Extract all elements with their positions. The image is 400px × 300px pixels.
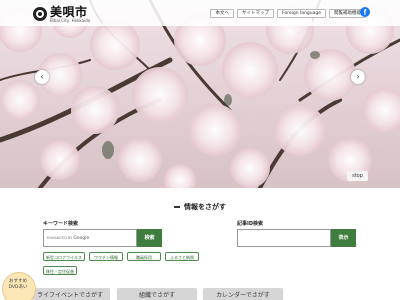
title-dash — [174, 206, 180, 208]
recommend-line2: DVDあい — [8, 285, 28, 290]
chip-covid[interactable]: 新型コロナウイルス — [43, 252, 85, 261]
tile-life-events[interactable]: ライフイベントでさがす — [30, 288, 110, 300]
tile-organization[interactable]: 組織でさがす — [117, 288, 197, 300]
slider-prev-button[interactable]: ‹ — [35, 70, 49, 84]
facebook-icon[interactable]: f — [360, 7, 370, 17]
nav-foreign-language[interactable]: Foreign language — [276, 9, 326, 18]
page: 美唄市 Bibai City, Hokkaido 本文へ サイトマップ Fore… — [0, 0, 400, 300]
section-title: 情報をさがす — [0, 202, 400, 212]
nav-skip-to-content[interactable]: 本文へ — [210, 9, 234, 18]
city-seal-icon — [33, 7, 47, 21]
nav-sitemap[interactable]: サイトマップ — [236, 9, 274, 18]
site-subtitle: Bibai City, Hokkaido — [50, 17, 91, 23]
article-id-input[interactable] — [237, 229, 331, 247]
google-branding: ENHANCED BY Google — [47, 236, 89, 241]
chip-migration[interactable]: 移住・定住促進 — [43, 266, 77, 275]
article-id-button[interactable]: 表示 — [331, 229, 356, 247]
chevron-left-icon: ‹ — [40, 72, 44, 81]
recommend-text: おすすめ DVDあい — [2, 279, 34, 291]
chip-vaccine[interactable]: ワクチン情報 — [89, 252, 123, 261]
logo-text: 美唄市 Bibai City, Hokkaido — [50, 6, 90, 23]
hero-photo — [0, 0, 400, 188]
recommend-badge[interactable]: おすすめ DVDあい — [0, 271, 36, 300]
section-title-text: 情報をさがす — [184, 203, 226, 211]
chip-furusato[interactable]: ふるさと納税 — [165, 252, 199, 261]
chip-recruit[interactable]: 職員採用 — [127, 252, 161, 261]
header-nav: 本文へ サイトマップ Foreign language 閲覧補助機能 — [210, 9, 366, 18]
search-section: 情報をさがす キーワード検索 ENHANCED BY Google 検索 新型コ… — [0, 188, 400, 300]
site-title: 美唄市 — [50, 4, 88, 19]
google-prefix: ENHANCED BY — [47, 236, 73, 240]
slider-stop-button[interactable]: stop — [347, 171, 368, 181]
article-id-label: 記事ID検索 — [237, 221, 264, 227]
chevron-right-icon: › — [356, 72, 360, 81]
keyword-search-button[interactable]: 検索 — [137, 229, 162, 247]
site-logo[interactable]: 美唄市 Bibai City, Hokkaido — [33, 5, 90, 23]
google-brand: Google — [73, 236, 90, 241]
keyword-search-input[interactable]: ENHANCED BY Google — [43, 229, 137, 247]
site-header: 美唄市 Bibai City, Hokkaido 本文へ サイトマップ Fore… — [0, 0, 400, 26]
keyword-search-label: キーワード検索 — [43, 221, 79, 227]
search-tiles: ライフイベントでさがす 組織でさがす カレンダーでさがす — [0, 288, 400, 300]
tile-calendar[interactable]: カレンダーでさがす — [203, 288, 283, 300]
slider-next-button[interactable]: › — [351, 70, 365, 84]
hero-image — [0, 0, 400, 188]
